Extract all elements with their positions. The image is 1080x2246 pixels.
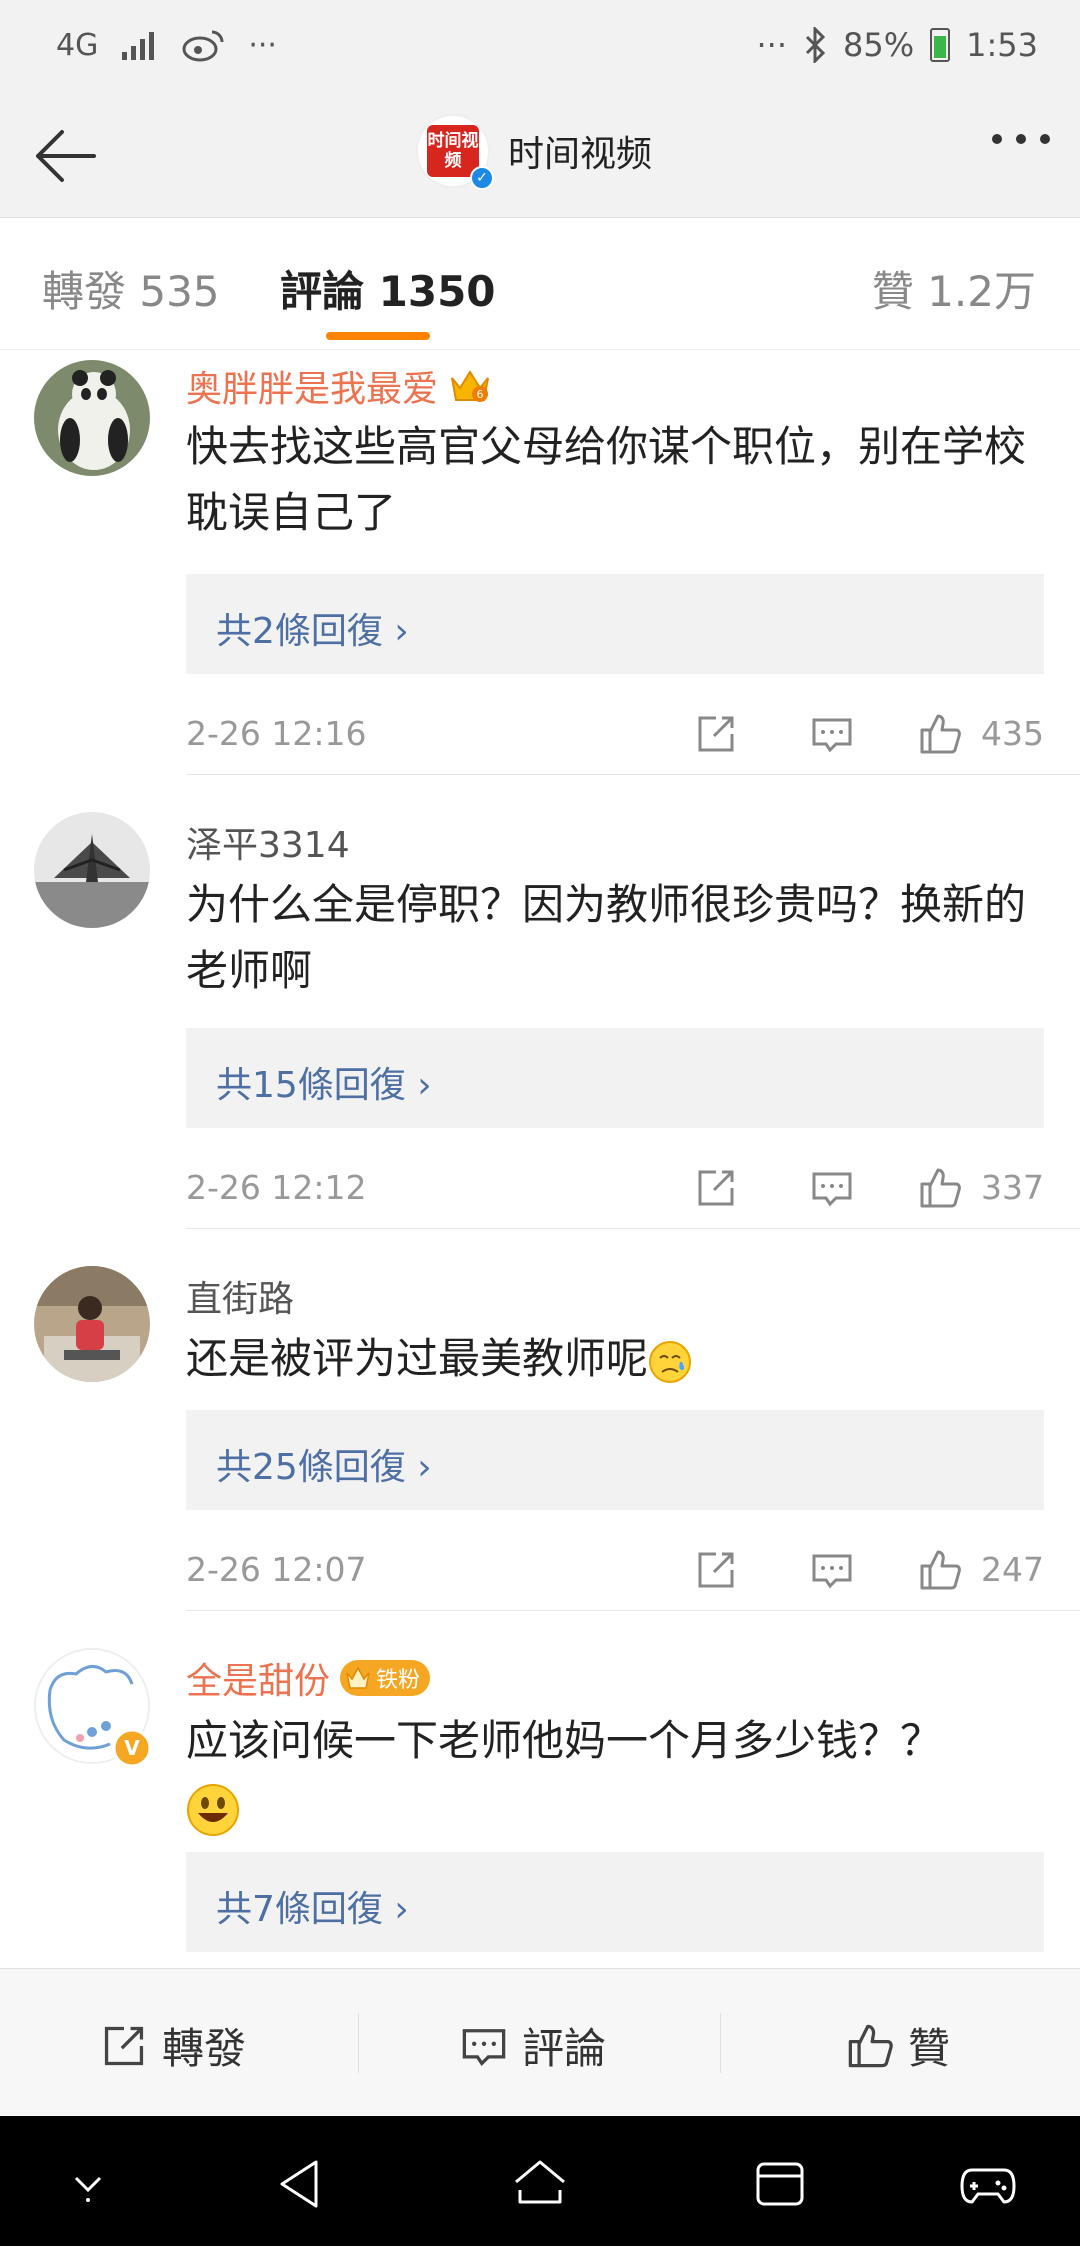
- back-nav-icon[interactable]: [272, 2156, 332, 2212]
- like-icon[interactable]: [918, 712, 962, 756]
- repost-button[interactable]: 轉發: [100, 2015, 246, 2076]
- share-icon[interactable]: [694, 712, 738, 756]
- share-icon[interactable]: [694, 1548, 738, 1592]
- status-bar: 4G ··· ··· 85% 1:53: [0, 0, 1080, 90]
- svg-text:V: V: [124, 1736, 140, 1760]
- like-icon: [848, 2024, 893, 2067]
- status-more: ···: [248, 27, 277, 63]
- account-name[interactable]: 时间视频: [508, 125, 652, 177]
- account-avatar[interactable]: 时间视频 ✓: [416, 114, 494, 190]
- comment-username[interactable]: 奥胖胖是我最爱 6: [186, 360, 492, 412]
- comment-item: V 全是甜份 铁粉 应该问候一下老师他妈一个月多少钱？？ 共7條回復 ›: [0, 1612, 1080, 1968]
- like-icon[interactable]: [918, 1166, 962, 1210]
- active-tab-indicator: [326, 332, 430, 340]
- account-logo: 时间视频: [427, 125, 479, 177]
- status-right: ··· 85% 1:53: [757, 20, 1039, 70]
- crown-icon: [346, 1666, 370, 1689]
- replies-link[interactable]: 共2條回復 ›: [186, 574, 1044, 674]
- status-time: 1:53: [966, 26, 1038, 64]
- tab-comments[interactable]: 評論 1350: [280, 258, 496, 319]
- avatar[interactable]: [34, 1266, 150, 1382]
- comment-item: 奥胖胖是我最爱 6 快去找这些高官父母给你谋个职位，别在学校耽误自己了 共2條回…: [0, 352, 1080, 776]
- separator: [720, 2013, 721, 2073]
- verified-v-icon: V: [112, 1728, 152, 1768]
- divider: [186, 1610, 1080, 1611]
- account-brand[interactable]: 时间视频 ✓ 时间视频: [416, 114, 652, 190]
- divider: [186, 774, 1080, 775]
- comment-icon[interactable]: [810, 712, 854, 756]
- svg-text:6: 6: [477, 388, 484, 401]
- avatar[interactable]: [34, 812, 150, 928]
- comment-time: 2-26 12:12: [186, 1168, 367, 1207]
- battery-icon: [930, 28, 951, 62]
- sad-emoji-icon: [649, 1340, 692, 1383]
- replies-link[interactable]: 共25條回復 ›: [186, 1410, 1044, 1510]
- repost-icon: [104, 2026, 144, 2065]
- comment-item: 直街路 还是被评为过最美教师呢 共25條回復 › 2-26 12:07 247: [0, 1230, 1080, 1612]
- comment-item: 泽平3314 为什么全是停职？因为教师很珍贵吗？换新的老师啊 共15條回復 › …: [0, 776, 1080, 1230]
- top-header: 时间视频 ✓ 时间视频: [0, 90, 1080, 218]
- comment-meta: 2-26 12:12 337: [186, 1162, 1046, 1212]
- network-indicator: 4G: [56, 27, 99, 63]
- recents-nav-icon[interactable]: [750, 2156, 810, 2212]
- comment-text: 应该问候一下老师他妈一个月多少钱？？: [186, 1708, 1046, 1840]
- comment-meta: 2-26 12:16 435: [186, 708, 1046, 758]
- signal-icon: [122, 32, 155, 60]
- comment-time: 2-26 12:16: [186, 714, 367, 753]
- back-arrow-icon[interactable]: [28, 118, 104, 194]
- comment-button[interactable]: 評論: [460, 2015, 606, 2076]
- status-left: 4G ···: [56, 20, 277, 70]
- smile-emoji-icon: [187, 1783, 239, 1836]
- like-count: 247: [981, 1550, 1044, 1589]
- comment-icon: [462, 2028, 506, 2066]
- comment-meta: 2-26 12:07 247: [186, 1544, 1046, 1594]
- tab-repost[interactable]: 轉發 535: [42, 258, 220, 319]
- comment-icon[interactable]: [810, 1166, 854, 1210]
- comment-username[interactable]: 全是甜份 铁粉: [186, 1652, 431, 1704]
- avatar[interactable]: [34, 360, 150, 476]
- bottom-action-bar: 轉發 評論 贊: [0, 1968, 1080, 2116]
- like-icon[interactable]: [918, 1548, 962, 1592]
- share-icon[interactable]: [694, 1166, 738, 1210]
- tab-bar: 轉發 535 評論 1350 贊 1.2万: [0, 218, 1080, 350]
- comment-time: 2-26 12:07: [186, 1550, 367, 1589]
- separator: [358, 2013, 359, 2073]
- tab-likes[interactable]: 贊 1.2万: [872, 258, 1036, 319]
- bluetooth-icon: [805, 27, 826, 63]
- hide-keyboard-icon[interactable]: [58, 2156, 118, 2212]
- status-right-more: ···: [756, 26, 788, 64]
- like-button[interactable]: 贊: [846, 2015, 950, 2076]
- system-nav-bar: [0, 2116, 1080, 2246]
- fan-badge: 铁粉: [340, 1660, 431, 1696]
- battery-percent: 85%: [843, 26, 915, 64]
- verified-icon: ✓: [470, 166, 494, 190]
- home-nav-icon[interactable]: [510, 2156, 570, 2212]
- weibo-icon: [182, 30, 224, 62]
- like-count: 337: [981, 1168, 1044, 1207]
- more-options-icon[interactable]: [992, 134, 1050, 144]
- game-mode-icon[interactable]: [958, 2156, 1018, 2212]
- comment-icon[interactable]: [810, 1548, 854, 1592]
- comment-text: 还是被评为过最美教师呢: [186, 1326, 1046, 1392]
- comment-text: 为什么全是停职？因为教师很珍贵吗？换新的老师啊: [186, 880, 1027, 995]
- replies-link[interactable]: 共15條回復 ›: [186, 1028, 1044, 1128]
- comment-username[interactable]: 泽平3314: [186, 816, 350, 868]
- vip-crown-icon: 6: [451, 370, 489, 402]
- divider: [186, 1228, 1080, 1229]
- comment-text: 快去找这些高官父母给你谋个职位，别在学校耽误自己了: [186, 422, 1027, 537]
- replies-link[interactable]: 共7條回復 ›: [186, 1852, 1044, 1952]
- like-count: 435: [981, 714, 1044, 753]
- comment-username[interactable]: 直街路: [186, 1270, 294, 1322]
